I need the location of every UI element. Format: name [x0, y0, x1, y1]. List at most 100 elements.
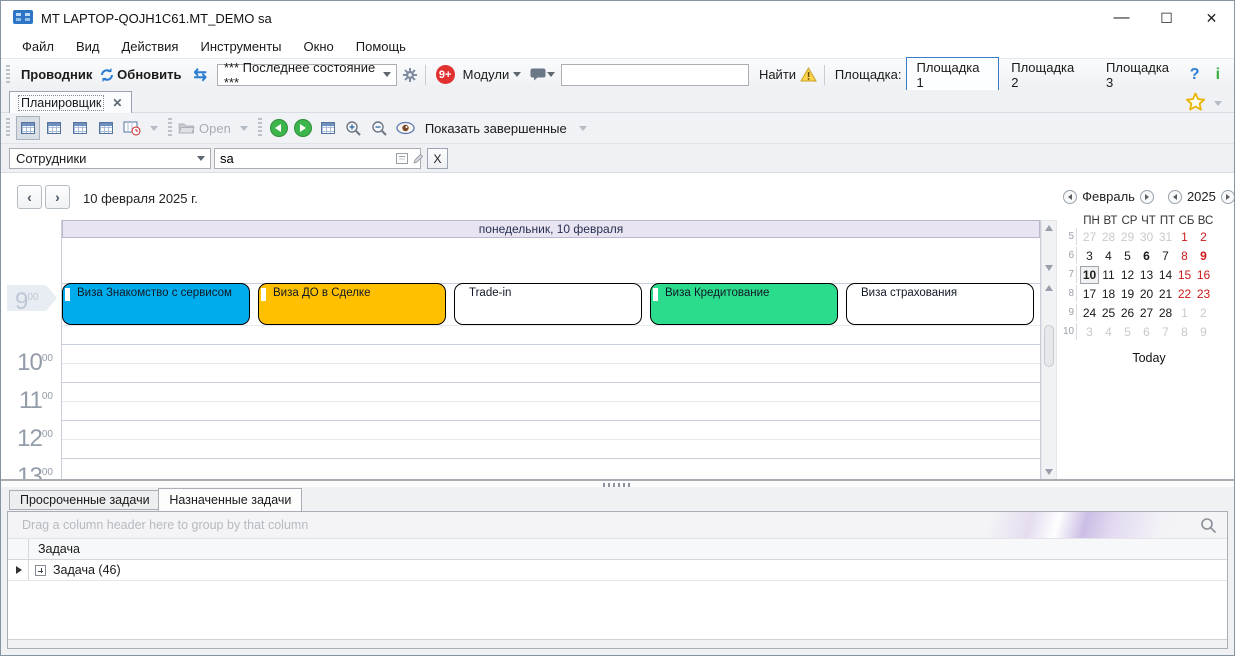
time-slot[interactable] [62, 326, 1040, 345]
scroll-up-icon[interactable] [1045, 285, 1053, 291]
minical-day[interactable]: 6 [1137, 247, 1156, 265]
goto-date-button[interactable] [316, 116, 340, 140]
minical-day[interactable]: 22 [1175, 285, 1194, 303]
toolbar-grip[interactable] [258, 118, 262, 138]
minical-day[interactable]: 9 [1194, 323, 1213, 341]
views-chevron-icon[interactable] [150, 126, 158, 131]
search-input[interactable] [561, 64, 749, 86]
appointment[interactable]: Виза Кредитование [650, 283, 838, 325]
minical-day[interactable]: 11 [1099, 266, 1118, 284]
appointment[interactable]: Виза страхования [846, 283, 1034, 325]
scheduler-scrollbar[interactable] [1041, 220, 1057, 480]
minical-day[interactable]: 13 [1137, 266, 1156, 284]
minical-day[interactable]: 7 [1156, 323, 1175, 341]
scroll-down-icon[interactable] [1045, 469, 1053, 475]
minical-day[interactable]: 8 [1175, 247, 1194, 265]
today-button[interactable]: Today [1063, 351, 1235, 365]
minical-day[interactable]: 8 [1175, 323, 1194, 341]
minical-day[interactable]: 9 [1194, 247, 1213, 265]
grid-horizontal-scrollbar[interactable] [8, 639, 1227, 648]
column-header-task[interactable]: Задача [38, 539, 80, 560]
refresh-icon[interactable] [98, 66, 116, 84]
zoom-out-button[interactable] [368, 116, 392, 140]
minical-day[interactable]: 20 [1137, 285, 1156, 303]
scroll-thumb[interactable] [1044, 325, 1054, 367]
minical-day[interactable]: 28 [1156, 304, 1175, 322]
menu-item[interactable]: Инструменты [189, 37, 292, 56]
minical-day[interactable]: 14 [1156, 266, 1175, 284]
time-slot[interactable] [62, 345, 1040, 364]
menu-item[interactable]: Вид [65, 37, 111, 56]
minical-day[interactable]: 27 [1080, 228, 1099, 246]
next-month-button[interactable] [1140, 190, 1154, 204]
view-timeline-button[interactable] [120, 116, 144, 140]
minical-day[interactable]: 4 [1099, 323, 1118, 341]
prev-day-button[interactable] [270, 119, 288, 137]
minical-day[interactable]: 7 [1156, 247, 1175, 265]
close-button[interactable]: ✕ [1189, 1, 1234, 35]
scroll-up-icon[interactable] [1045, 225, 1053, 231]
site-button[interactable]: Площадка 1 [906, 57, 999, 93]
show-completed-chevron-icon[interactable] [579, 126, 587, 131]
minical-day[interactable]: 27 [1137, 304, 1156, 322]
view-day-button[interactable] [16, 116, 40, 140]
minical-day[interactable]: 31 [1156, 228, 1175, 246]
chat-icon[interactable] [529, 66, 547, 84]
expand-plus-icon[interactable] [35, 565, 46, 576]
view-month-button[interactable] [94, 116, 118, 140]
explorer-button[interactable]: Проводник [21, 67, 92, 82]
minical-day[interactable]: 15 [1175, 266, 1194, 284]
view-workweek-button[interactable] [42, 116, 66, 140]
minical-day[interactable]: 12 [1118, 266, 1137, 284]
minical-day[interactable]: 16 [1194, 266, 1213, 284]
next-day-button[interactable] [294, 119, 312, 137]
minical-day[interactable]: 5 [1118, 323, 1137, 341]
minimize-button[interactable]: — [1099, 1, 1144, 35]
minical-day[interactable]: 2 [1194, 228, 1213, 246]
time-slot[interactable] [62, 402, 1040, 421]
minical-day[interactable]: 26 [1118, 304, 1137, 322]
toolbar-grip[interactable] [168, 118, 172, 138]
time-slot[interactable] [62, 440, 1040, 459]
minical-day[interactable]: 25 [1099, 304, 1118, 322]
minical-day[interactable]: 1 [1175, 304, 1194, 322]
all-day-area[interactable] [62, 238, 1040, 284]
minical-day[interactable]: 21 [1156, 285, 1175, 303]
favorites-chevron-icon[interactable] [1214, 101, 1222, 106]
open-button[interactable]: Open [199, 121, 231, 136]
info-icon[interactable]: i [1216, 66, 1220, 84]
minical-day[interactable]: 28 [1099, 228, 1118, 246]
menu-item[interactable]: Действия [111, 37, 190, 56]
pencil-icon[interactable] [412, 153, 424, 165]
time-slot[interactable] [62, 364, 1040, 383]
notification-badge[interactable]: 9+ [436, 65, 455, 84]
modules-chevron-icon[interactable] [513, 72, 521, 77]
menu-item[interactable]: Помощь [345, 37, 417, 56]
minical-day[interactable]: 23 [1194, 285, 1213, 303]
minical-day[interactable]: 18 [1099, 285, 1118, 303]
minical-day[interactable]: 2 [1194, 304, 1213, 322]
group-by-bar[interactable]: Drag a column header here to group by th… [8, 512, 1227, 539]
tasks-tab[interactable]: Назначенные задачи [158, 488, 302, 511]
menu-item[interactable]: Окно [293, 37, 345, 56]
minical-day[interactable]: 3 [1080, 247, 1099, 265]
minical-day[interactable]: 5 [1118, 247, 1137, 265]
minical-day[interactable]: 6 [1137, 323, 1156, 341]
time-slot[interactable] [62, 383, 1040, 402]
minical-day[interactable]: 29 [1118, 228, 1137, 246]
minical-day[interactable]: 1 [1175, 228, 1194, 246]
search-icon[interactable] [1200, 517, 1217, 537]
appointment[interactable]: Виза Знакомство с сервисом [62, 283, 250, 325]
chat-chevron-icon[interactable] [547, 72, 555, 77]
show-completed-button[interactable]: Показать завершенные [425, 121, 567, 136]
table-row[interactable]: Задача (46) [8, 560, 1227, 581]
minical-day[interactable]: 17 [1080, 285, 1099, 303]
zoom-in-button[interactable] [342, 116, 366, 140]
tab-scheduler[interactable]: Планировщик ✕ [9, 91, 132, 113]
favorites-star-icon[interactable] [1185, 92, 1206, 115]
time-slot[interactable] [62, 421, 1040, 440]
toolbar-grip[interactable] [6, 118, 10, 138]
next-year-button[interactable] [1221, 190, 1235, 204]
find-button[interactable]: Найти [759, 67, 796, 82]
site-button[interactable]: Площадка 3 [1096, 57, 1189, 93]
